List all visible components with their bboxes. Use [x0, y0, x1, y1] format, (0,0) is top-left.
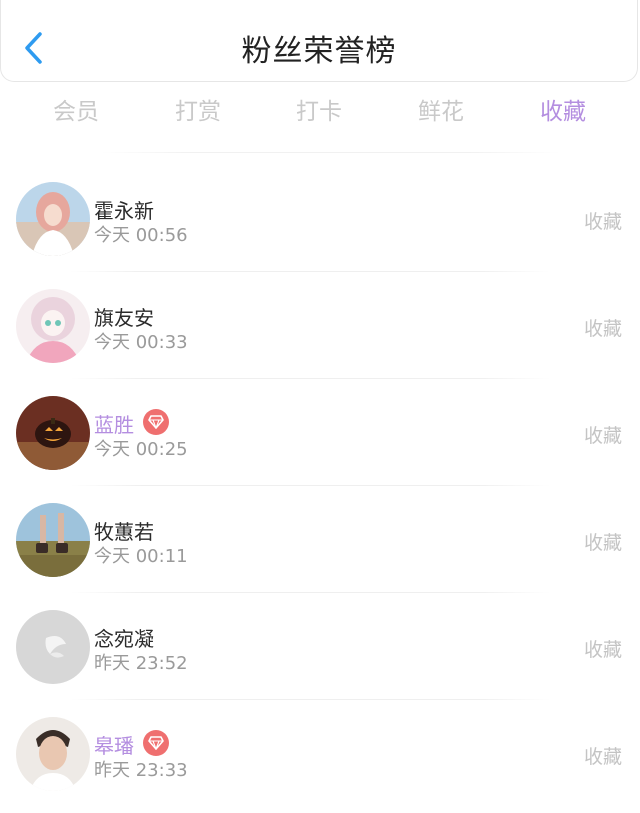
avatar[interactable] [16, 182, 90, 256]
anime-girl-avatar [16, 289, 90, 363]
tab-checkin[interactable]: 打卡 [259, 92, 379, 126]
favorite-action[interactable]: 收藏 [584, 421, 622, 448]
tab-bar: 会员 打赏 打卡 鲜花 收藏 [0, 84, 640, 132]
girl-beach-avatar [16, 182, 90, 256]
favorite-action[interactable]: 收藏 [584, 207, 622, 234]
vip-badge [143, 409, 169, 435]
avatar[interactable] [16, 610, 90, 684]
list-item[interactable]: 霍永新 今天 00:56 收藏 [0, 165, 640, 272]
white-butterfly-avatar [16, 610, 90, 684]
man-portrait-avatar [16, 717, 90, 791]
avatar[interactable] [16, 396, 90, 470]
list-item[interactable]: 旗友安 今天 00:33 收藏 [0, 272, 640, 379]
fan-time: 今天 00:33 [94, 332, 188, 353]
tab-divider [100, 152, 560, 153]
fan-time: 昨天 23:52 [94, 653, 188, 674]
list-item[interactable]: 皋璠 昨天 23:33 收藏 [0, 700, 640, 807]
tab-reward[interactable]: 打赏 [138, 92, 258, 126]
fan-name: 霍永新 [94, 199, 154, 223]
fan-list: 霍永新 今天 00:56 收藏 旗友安 今天 00:33 收藏 蓝胜 今天 00… [0, 165, 640, 807]
fan-time: 今天 00:11 [94, 546, 188, 567]
tab-flower[interactable]: 鲜花 [381, 92, 501, 126]
avatar[interactable] [16, 289, 90, 363]
diamond-icon [148, 415, 164, 429]
tab-member[interactable]: 会员 [16, 92, 136, 126]
favorite-action[interactable]: 收藏 [584, 314, 622, 341]
pumpkin-avatar [16, 396, 90, 470]
favorite-action[interactable]: 收藏 [584, 528, 622, 555]
fan-name: 旗友安 [94, 306, 154, 330]
page: 粉丝荣誉榜 会员 打赏 打卡 鲜花 收藏 霍永新 今天 00:56 收藏 旗友安… [0, 0, 640, 813]
header-bar: 粉丝荣誉榜 [0, 0, 638, 82]
boots-field-avatar [16, 503, 90, 577]
fan-time: 昨天 23:33 [94, 760, 188, 781]
avatar[interactable] [16, 717, 90, 791]
list-item[interactable]: 蓝胜 今天 00:25 收藏 [0, 379, 640, 486]
page-title: 粉丝荣誉榜 [241, 34, 397, 69]
list-item[interactable]: 念宛凝 昨天 23:52 收藏 [0, 593, 640, 700]
favorite-action[interactable]: 收藏 [584, 742, 622, 769]
tab-favorite[interactable]: 收藏 [503, 92, 623, 126]
fan-name: 蓝胜 [94, 413, 134, 437]
vip-badge [143, 730, 169, 756]
fan-name: 念宛凝 [94, 627, 154, 651]
fan-time: 今天 00:25 [94, 439, 188, 460]
fan-name: 皋璠 [94, 734, 134, 758]
fan-time: 今天 00:56 [94, 225, 188, 246]
diamond-icon [148, 736, 164, 750]
list-item[interactable]: 牧蕙若 今天 00:11 收藏 [0, 486, 640, 593]
avatar[interactable] [16, 503, 90, 577]
fan-name: 牧蕙若 [94, 520, 154, 544]
favorite-action[interactable]: 收藏 [584, 635, 622, 662]
